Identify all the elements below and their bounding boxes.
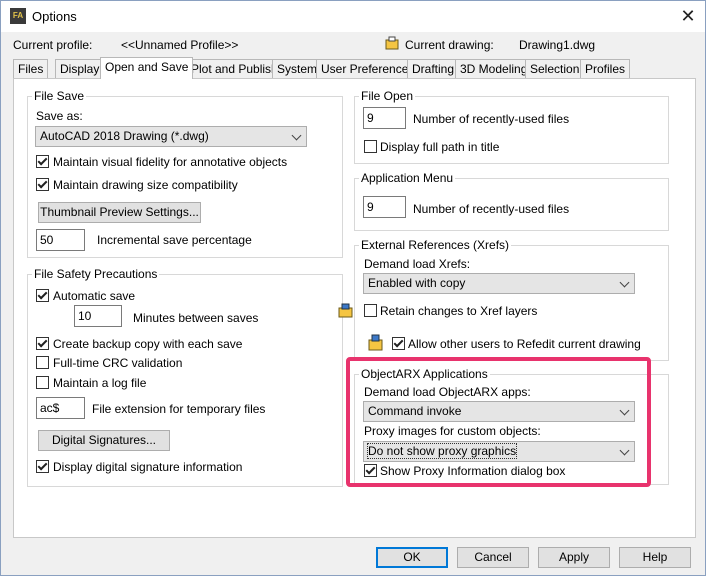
demand-xrefs-label: Demand load Xrefs: [364, 257, 471, 271]
demand-xrefs-dropdown[interactable]: Enabled with copy [363, 273, 635, 294]
full-path-checkbox[interactable] [364, 140, 377, 153]
autosave-location-icon [338, 303, 353, 318]
temp-extension-input[interactable]: ac$ [36, 397, 85, 419]
maintain-visual-label: Maintain visual fidelity for annotative … [53, 155, 288, 169]
file-open-recent-input[interactable]: 9 [363, 107, 406, 129]
minutes-label: Minutes between saves [133, 311, 259, 325]
log-file-label: Maintain a log file [53, 376, 147, 390]
xrefs-legend: External References (Xrefs) [361, 238, 510, 252]
demand-objectarx-value: Command invoke [368, 404, 462, 418]
proxy-images-value: Do not show proxy graphics [366, 443, 518, 459]
minutes-input[interactable]: 10 [74, 305, 122, 327]
allow-refedit-label: Allow other users to Refedit current dra… [408, 337, 641, 351]
app-icon: FA [10, 8, 26, 24]
current-drawing-value: Drawing1.dwg [519, 38, 596, 52]
file-open-recent-label: Number of recently-used files [413, 112, 570, 126]
tab-system[interactable]: System [272, 59, 323, 78]
current-profile-value: <<Unnamed Profile>> [121, 38, 239, 52]
tab-display[interactable]: Display [55, 59, 105, 78]
tab-profiles[interactable]: Profiles [580, 59, 631, 78]
tab-plot-and-publish[interactable]: Plot and Publish [186, 59, 283, 78]
tab-user-preferences[interactable]: User Preferences [316, 59, 420, 78]
objectarx-legend: ObjectARX Applications [361, 367, 488, 381]
backup-copy-label: Create backup copy with each save [53, 337, 243, 351]
automatic-save-label: Automatic save [53, 289, 136, 303]
proxy-images-label: Proxy images for custom objects: [364, 424, 541, 438]
demand-xrefs-value: Enabled with copy [368, 276, 466, 290]
crc-validation-label: Full-time CRC validation [53, 356, 183, 370]
current-drawing-label: Current drawing: [405, 38, 494, 52]
full-path-label: Display full path in title [380, 140, 500, 154]
app-menu-recent-label: Number of recently-used files [413, 202, 570, 216]
chevron-down-icon [619, 445, 630, 456]
retain-changes-checkbox[interactable] [364, 304, 377, 317]
file-save-legend: File Save [34, 89, 85, 103]
window-title: Options [32, 9, 77, 24]
tab-3d-modeling[interactable]: 3D Modeling [455, 59, 533, 78]
maintain-size-label: Maintain drawing size compatibility [53, 178, 238, 192]
cancel-button[interactable]: Cancel [457, 547, 529, 568]
maintain-size-checkbox[interactable] [36, 178, 49, 191]
file-safety-legend: File Safety Precautions [34, 267, 158, 281]
tab-open-and-save[interactable]: Open and Save [100, 57, 194, 79]
demand-objectarx-label: Demand load ObjectARX apps: [364, 385, 531, 399]
show-proxy-label: Show Proxy Information dialog box [380, 464, 566, 478]
display-signature-checkbox[interactable] [36, 460, 49, 473]
incremental-save-label: Incremental save percentage [97, 233, 252, 247]
allow-refedit-checkbox[interactable] [392, 337, 405, 350]
proxy-images-dropdown[interactable]: Do not show proxy graphics [363, 441, 635, 462]
tab-selection[interactable]: Selection [525, 59, 585, 78]
digital-signatures-button[interactable]: Digital Signatures... [38, 430, 170, 451]
log-file-checkbox[interactable] [36, 376, 49, 389]
save-as-label: Save as: [36, 109, 83, 123]
maintain-visual-checkbox[interactable] [36, 155, 49, 168]
chevron-down-icon [291, 130, 302, 141]
temp-extension-label: File extension for temporary files [92, 402, 266, 416]
chevron-down-icon [619, 277, 630, 288]
close-button[interactable]: ✕ [673, 3, 703, 29]
retain-changes-label: Retain changes to Xref layers [380, 304, 538, 318]
demand-objectarx-dropdown[interactable]: Command invoke [363, 401, 635, 422]
save-as-value: AutoCAD 2018 Drawing (*.dwg) [40, 129, 209, 143]
file-open-legend: File Open [361, 89, 414, 103]
tab-strip: Files Display Open and Save Plot and Pub… [13, 57, 693, 79]
automatic-save-checkbox[interactable] [36, 289, 49, 302]
tab-drafting[interactable]: Drafting [407, 59, 460, 78]
chevron-down-icon [619, 405, 630, 416]
ok-button[interactable]: OK [376, 547, 448, 568]
backup-copy-checkbox[interactable] [36, 337, 49, 350]
tab-files[interactable]: Files [13, 59, 49, 78]
app-menu-recent-input[interactable]: 9 [363, 196, 406, 218]
save-as-dropdown[interactable]: AutoCAD 2018 Drawing (*.dwg) [35, 126, 307, 147]
help-button[interactable]: Help [619, 547, 691, 568]
incremental-save-input[interactable]: 50 [36, 229, 85, 251]
title-bar[interactable]: FA Options ✕ [1, 1, 705, 32]
crc-validation-checkbox[interactable] [36, 356, 49, 369]
thumbnail-preview-button[interactable]: Thumbnail Preview Settings... [38, 202, 201, 223]
display-signature-label: Display digital signature information [53, 460, 243, 474]
drawing-shared-icon [368, 334, 383, 351]
drawing-icon [385, 36, 399, 50]
show-proxy-checkbox[interactable] [364, 464, 377, 477]
application-menu-legend: Application Menu [361, 171, 454, 185]
current-profile-label: Current profile: [13, 38, 93, 52]
apply-button[interactable]: Apply [538, 547, 610, 568]
